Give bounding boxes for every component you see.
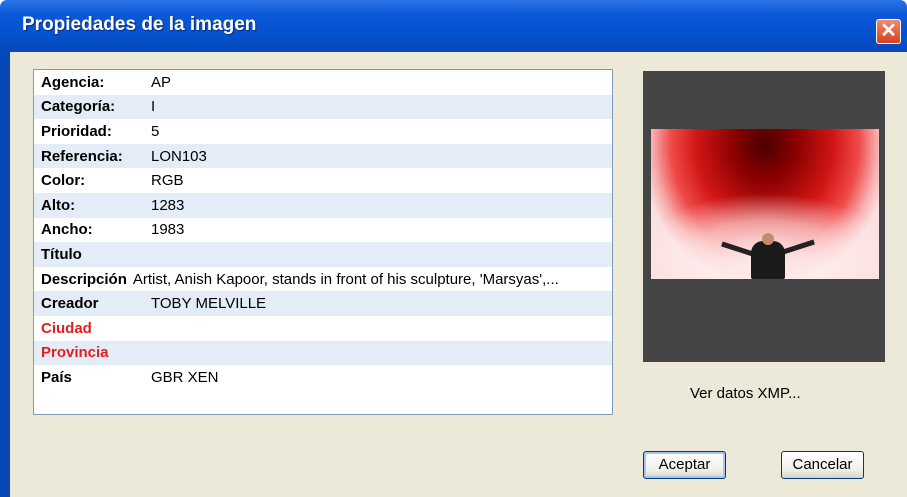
table-row: Ancho: 1983 [34,218,612,243]
window-frame-left [0,52,10,497]
property-label: Categoría: [41,98,116,116]
property-value: 1283 [151,196,185,214]
table-row: Alto: 1283 [34,192,612,218]
property-value: I [151,98,156,116]
close-icon: ✕ [880,20,897,42]
properties-table: Agencia: AP Categoría: I Prioridad: 5 Re… [33,69,613,415]
property-label: Referencia: [41,147,123,165]
table-row: Ciudad [34,316,612,341]
view-xmp-link[interactable]: Ver datos XMP... [690,385,801,402]
table-row: Categoría: I [34,94,612,120]
property-value: AP [151,73,172,91]
table-row: Prioridad: 5 [34,119,612,144]
title-bar[interactable]: Propiedades de la imagen ✕ [0,0,907,52]
table-row: Creador TOBY MELVILLE [34,291,612,316]
accept-button[interactable]: Aceptar [643,451,726,479]
property-label: Prioridad: [41,122,112,140]
property-label: Agencia: [41,73,105,91]
thumbnail-figure-head [762,233,774,245]
table-row: Provincia [34,340,612,366]
property-label: Provincia [41,344,109,362]
table-row: Color: RGB [34,168,612,193]
thumbnail-figure [751,241,785,279]
table-row: Referencia: LON103 [34,143,612,169]
property-label: Color: [41,172,86,190]
table-row: País GBR XEN [34,365,612,390]
image-preview-panel [643,71,885,362]
property-label: Alto: [41,196,76,214]
property-label: Descripción [41,270,127,288]
property-label: Ciudad [41,319,92,337]
property-label: Ancho: [41,221,93,239]
cancel-button[interactable]: Cancelar [781,451,864,479]
property-value: 1983 [151,221,185,239]
table-row: Agencia: AP [34,70,612,95]
image-thumbnail [651,129,879,279]
image-properties-dialog: Propiedades de la imagen ✕ Agencia: AP C… [0,0,907,497]
property-value: GBR XEN [151,368,219,386]
property-value: 5 [151,122,160,140]
close-button[interactable]: ✕ [876,19,901,44]
property-value: RGB [151,172,184,190]
table-row: Descripción Artist, Anish Kapoor, stands… [34,267,612,292]
property-label: País [41,368,72,386]
property-value: Artist, Anish Kapoor, stands in front of… [132,270,559,288]
property-label: Creador [41,295,99,313]
property-label: Título [41,245,82,263]
dialog-title: Propiedades de la imagen [22,14,257,35]
property-value: LON103 [151,147,207,165]
property-value: TOBY MELVILLE [151,295,267,313]
table-row: Título [34,242,612,267]
